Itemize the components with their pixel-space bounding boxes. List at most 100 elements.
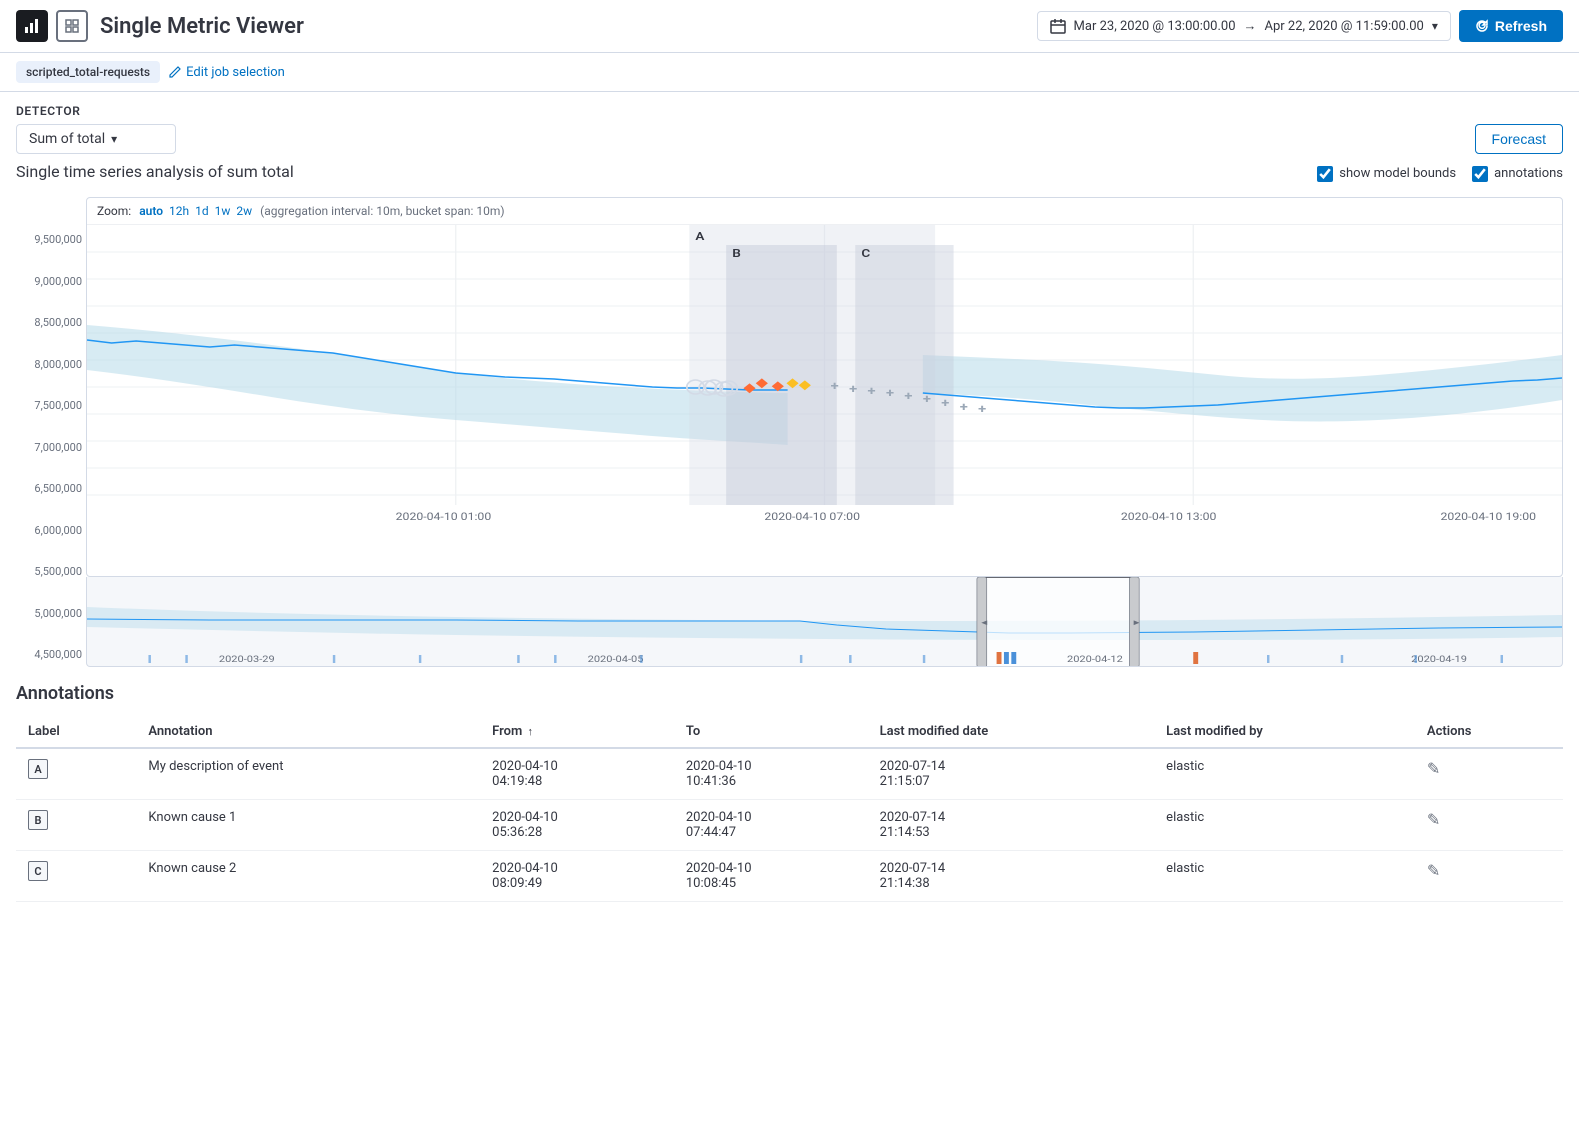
date-from: Mar 23, 2020 @ 13:00:00.00 xyxy=(1074,19,1236,34)
row-a-annotation: My description of event xyxy=(136,748,480,800)
mini-tick-6 xyxy=(554,655,556,663)
mini-chart: ◄ ► 2020-03-29 2020-04-05 2020-04-12 202… xyxy=(86,577,1563,667)
table-row: C Known cause 2 2020-04-10 08:09:49 2020… xyxy=(16,851,1563,902)
zoom-auto[interactable]: auto xyxy=(139,204,163,218)
annotations-checkbox[interactable] xyxy=(1472,166,1488,182)
annotations-table-header: Label Annotation From ↑ To Last modified… xyxy=(16,716,1563,748)
row-a-modified-date: 2020-07-14 21:15:07 xyxy=(868,748,1155,800)
mini-chart-svg: ◄ ► 2020-03-29 2020-04-05 2020-04-12 202… xyxy=(87,577,1562,667)
row-c-modified-date: 2020-07-14 21:14:38 xyxy=(868,851,1155,902)
model-bounds-left xyxy=(87,325,788,445)
zoom-label: Zoom: xyxy=(97,204,131,218)
annotations-toggle[interactable]: annotations xyxy=(1472,166,1563,182)
mini-tick-5 xyxy=(517,655,519,663)
mini-x-label-2: 2020-04-05 xyxy=(588,655,644,665)
nav-arrow-left: ◄ xyxy=(979,619,989,628)
y-label-7: 6,000,000 xyxy=(16,524,82,537)
detector-label: Detector xyxy=(16,104,1563,118)
zoom-12h[interactable]: 12h xyxy=(169,204,189,218)
mini-tick-10 xyxy=(923,655,925,663)
annotations-table-body: A My description of event 2020-04-10 04:… xyxy=(16,748,1563,902)
row-b-label: B xyxy=(16,800,136,851)
col-last-modified-date: Last modified date xyxy=(868,716,1155,748)
date-to: Apr 22, 2020 @ 11:59:00.00 xyxy=(1265,19,1424,34)
plus-marker-3: + xyxy=(868,385,876,398)
annotations-table: Label Annotation From ↑ To Last modified… xyxy=(16,716,1563,902)
page-title: Single Metric Viewer xyxy=(100,14,1037,39)
detector-chevron-icon: ▾ xyxy=(111,132,117,146)
sort-icon-from[interactable]: ↑ xyxy=(528,725,534,738)
col-label: Label xyxy=(16,716,136,748)
mini-tick-1 xyxy=(148,655,150,663)
grid-icon[interactable] xyxy=(56,10,88,42)
detector-row: Sum of total ▾ Forecast xyxy=(16,124,1563,154)
refresh-button[interactable]: Refresh xyxy=(1459,10,1563,42)
col-to: To xyxy=(674,716,868,748)
chevron-down-icon: ▾ xyxy=(1432,19,1438,33)
show-model-bounds-toggle[interactable]: show model bounds xyxy=(1317,166,1456,182)
row-c-annotation: Known cause 2 xyxy=(136,851,480,902)
row-c-to: 2020-04-10 10:08:45 xyxy=(674,851,868,902)
plus-marker-4: + xyxy=(886,387,894,400)
row-b-modified-by: elastic xyxy=(1154,800,1415,851)
y-label-5: 7,000,000 xyxy=(16,441,82,454)
chart-area: 9,500,000 9,000,000 8,500,000 8,000,000 … xyxy=(16,197,1563,667)
mini-annotation-orange-2 xyxy=(1193,652,1198,664)
row-a-label: A xyxy=(16,748,136,800)
detector-select[interactable]: Sum of total ▾ xyxy=(16,124,176,154)
mini-x-label-1: 2020-03-29 xyxy=(219,655,275,665)
refresh-icon xyxy=(1475,19,1489,33)
plus-marker-9: + xyxy=(978,403,986,416)
zoom-2w[interactable]: 2w xyxy=(236,204,252,218)
row-b-modified-date: 2020-07-14 21:14:53 xyxy=(868,800,1155,851)
x-label-2: 2020-04-10 07:00 xyxy=(764,511,860,523)
annotations-section: Annotations Label Annotation From ↑ To L… xyxy=(0,667,1579,918)
mini-x-label-4: 2020-04-19 xyxy=(1411,655,1467,665)
toolbar: scripted_total-requests Edit job selecti… xyxy=(0,53,1579,92)
date-range-picker[interactable]: Mar 23, 2020 @ 13:00:00.00 → Apr 22, 202… xyxy=(1037,11,1451,41)
job-tag: scripted_total-requests xyxy=(16,61,160,83)
row-b-annotation: Known cause 1 xyxy=(136,800,480,851)
col-actions: Actions xyxy=(1415,716,1563,748)
mini-tick-13 xyxy=(1415,655,1417,663)
edit-action-b[interactable]: ✎ xyxy=(1427,810,1440,829)
annotation-label-c-chart: C xyxy=(861,248,870,260)
mini-tick-8 xyxy=(800,655,802,663)
y-label-9: 5,000,000 xyxy=(16,607,82,620)
zoom-1w[interactable]: 1w xyxy=(215,204,231,218)
edit-action-a[interactable]: ✎ xyxy=(1427,759,1440,778)
mini-x-label-3: 2020-04-12 xyxy=(1067,655,1123,665)
row-a-modified-by: elastic xyxy=(1154,748,1415,800)
header: Single Metric Viewer Mar 23, 2020 @ 13:0… xyxy=(0,0,1579,53)
row-b-actions: ✎ xyxy=(1415,800,1563,851)
x-label-3: 2020-04-10 13:00 xyxy=(1121,511,1217,523)
mini-tick-14 xyxy=(1501,655,1503,663)
calendar-icon xyxy=(1050,18,1066,34)
plus-marker-8: + xyxy=(960,401,968,414)
edit-action-c[interactable]: ✎ xyxy=(1427,861,1440,880)
row-c-from: 2020-04-10 08:09:49 xyxy=(480,851,674,902)
mini-tick-3 xyxy=(333,655,335,663)
row-c-actions: ✎ xyxy=(1415,851,1563,902)
plus-marker-6: + xyxy=(923,393,931,406)
x-label-4: 2020-04-10 19:00 xyxy=(1440,511,1536,523)
edit-job-link[interactable]: Edit job selection xyxy=(168,65,285,80)
chart-container: Zoom: auto 12h 1d 1w 2w (aggregation int… xyxy=(86,197,1563,577)
chart-controls: show model bounds annotations xyxy=(1317,166,1563,182)
annotation-badge-b: B xyxy=(28,810,48,830)
zoom-1d[interactable]: 1d xyxy=(195,204,209,218)
annotation-label-a-chart: A xyxy=(695,231,705,243)
forecast-button[interactable]: Forecast xyxy=(1475,124,1563,154)
show-model-bounds-checkbox[interactable] xyxy=(1317,166,1333,182)
table-row: B Known cause 1 2020-04-10 05:36:28 2020… xyxy=(16,800,1563,851)
annotation-label-b-chart: B xyxy=(732,248,741,260)
x-label-1: 2020-04-10 01:00 xyxy=(396,511,492,523)
app-icons xyxy=(16,10,88,42)
edit-icon xyxy=(168,65,182,79)
y-label-1: 9,000,000 xyxy=(16,275,82,288)
row-a-from: 2020-04-10 04:19:48 xyxy=(480,748,674,800)
mini-tick-4 xyxy=(419,655,421,663)
chart-inner: Zoom: auto 12h 1d 1w 2w (aggregation int… xyxy=(86,197,1563,667)
y-label-3: 8,000,000 xyxy=(16,358,82,371)
annotation-region-b xyxy=(726,245,837,505)
